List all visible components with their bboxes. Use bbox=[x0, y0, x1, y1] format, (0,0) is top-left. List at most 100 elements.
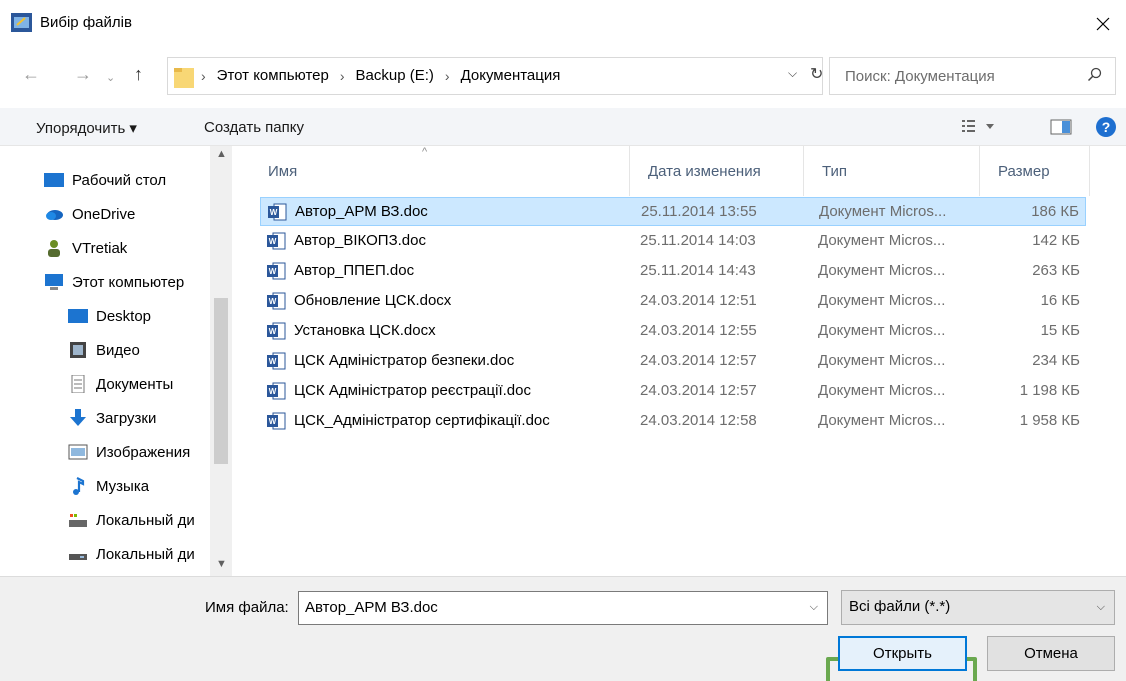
pictures-icon bbox=[68, 444, 88, 460]
column-header-size[interactable]: Размер bbox=[980, 146, 1090, 196]
video-icon bbox=[70, 342, 86, 358]
file-list: Имя ^ Дата изменения Тип Размер W Автор_… bbox=[240, 146, 1126, 576]
sidebar-item-desktop[interactable]: Desktop bbox=[68, 299, 151, 333]
file-row[interactable]: W Обновление ЦСК.docx 24.03.2014 12:51 Д… bbox=[260, 287, 1086, 316]
file-size: 234 КБ bbox=[1032, 352, 1080, 369]
up-arrow-icon[interactable]: ↑ bbox=[134, 64, 143, 84]
address-bar[interactable]: › Этот компьютер › Backup (E:) › Докумен… bbox=[167, 57, 823, 95]
file-type: Документ Micros... bbox=[818, 322, 946, 339]
help-icon[interactable]: ? bbox=[1095, 116, 1117, 138]
file-date: 24.03.2014 12:57 bbox=[640, 382, 757, 399]
file-row[interactable]: W ЦСК Адміністратор безпеки.doc 24.03.20… bbox=[260, 347, 1086, 376]
file-row[interactable]: W Автор_АРМ ВЗ.doc 25.11.2014 13:55 Доку… bbox=[260, 197, 1086, 226]
svg-text:W: W bbox=[269, 417, 277, 426]
file-row[interactable]: W Автор_ВІКОПЗ.doc 25.11.2014 14:03 Доку… bbox=[260, 227, 1086, 256]
search-placeholder: Поиск: Документация bbox=[845, 68, 995, 85]
column-header-type[interactable]: Тип bbox=[804, 146, 980, 196]
scroll-up-icon[interactable]: ▲ bbox=[216, 148, 227, 160]
file-size: 15 КБ bbox=[1040, 322, 1080, 339]
organize-menu[interactable]: Упорядочить ▾ bbox=[36, 119, 137, 137]
search-icon bbox=[1087, 67, 1102, 82]
close-icon bbox=[1096, 17, 1110, 31]
file-row[interactable]: W Автор_ППЕП.doc 25.11.2014 14:43 Докуме… bbox=[260, 257, 1086, 286]
file-size: 142 КБ bbox=[1032, 232, 1080, 249]
filetype-select[interactable]: Всі файли (*.*) ⌵ bbox=[841, 590, 1115, 625]
navigation-bar: ← → ⌄ ↑ › Этот компьютер › Backup (E:) ›… bbox=[0, 56, 1126, 96]
sidebar-item-music[interactable]: Музыка bbox=[68, 469, 149, 503]
breadcrumb-this-pc[interactable]: Этот компьютер bbox=[217, 67, 329, 84]
sidebar-item-desktop-folder[interactable]: Рабочий стол bbox=[44, 163, 166, 197]
close-button[interactable] bbox=[1080, 0, 1126, 48]
svg-text:W: W bbox=[269, 267, 277, 276]
sidebar-scrollbar-thumb[interactable] bbox=[214, 298, 228, 464]
desktop-folder-icon bbox=[44, 173, 64, 187]
file-name: Автор_ВІКОПЗ.doc bbox=[294, 232, 426, 249]
file-name: ЦСК Адміністратор безпеки.doc bbox=[294, 352, 515, 369]
word-document-icon: W bbox=[267, 412, 286, 430]
recent-locations-chevron-icon[interactable]: ⌄ bbox=[106, 68, 115, 88]
file-date: 25.11.2014 14:03 bbox=[640, 232, 756, 249]
filename-field[interactable]: Автор_АРМ ВЗ.doc ⌵ bbox=[298, 591, 828, 625]
back-arrow-icon[interactable]: ← bbox=[22, 64, 40, 84]
music-icon bbox=[73, 477, 85, 495]
column-header-name[interactable]: Имя ^ bbox=[250, 146, 630, 196]
forward-arrow-icon[interactable]: → bbox=[74, 64, 92, 84]
file-size: 263 КБ bbox=[1032, 262, 1080, 279]
address-dropdown-icon[interactable]: ⌵ bbox=[788, 66, 797, 81]
file-row[interactable]: W Установка ЦСК.docx 24.03.2014 12:55 До… bbox=[260, 317, 1086, 346]
file-name: ЦСК_Адміністратор сертифікації.doc bbox=[294, 412, 550, 429]
breadcrumb-separator-icon: › bbox=[201, 67, 206, 84]
file-type: Документ Micros... bbox=[818, 232, 946, 249]
svg-text:W: W bbox=[270, 208, 278, 217]
open-button[interactable]: Открыть bbox=[838, 636, 967, 671]
file-type: Документ Micros... bbox=[819, 203, 947, 220]
word-document-icon: W bbox=[267, 382, 286, 400]
downloads-icon bbox=[70, 409, 86, 426]
breadcrumb-separator-icon: › bbox=[339, 67, 345, 84]
view-options-icon[interactable] bbox=[962, 117, 998, 137]
search-input[interactable]: Поиск: Документация bbox=[829, 57, 1116, 95]
sidebar-item-video[interactable]: Видео bbox=[68, 333, 140, 367]
chevron-down-icon[interactable]: ⌵ bbox=[810, 601, 818, 614]
file-date: 24.03.2014 12:58 bbox=[640, 412, 757, 429]
preview-pane-icon[interactable] bbox=[1050, 117, 1072, 137]
svg-text:W: W bbox=[269, 327, 277, 336]
file-size: 1 198 КБ bbox=[1019, 382, 1080, 399]
file-name: ЦСК Адміністратор реєстрації.doc bbox=[294, 382, 531, 399]
file-name: Установка ЦСК.docx bbox=[294, 322, 436, 339]
sidebar-item-this-pc[interactable]: Этот компьютер bbox=[44, 265, 184, 299]
file-type: Документ Micros... bbox=[818, 412, 946, 429]
file-type: Документ Micros... bbox=[818, 352, 946, 369]
file-row[interactable]: W ЦСК_Адміністратор сертифікації.doc 24.… bbox=[260, 407, 1086, 436]
file-date: 24.03.2014 12:51 bbox=[640, 292, 757, 309]
column-header-date[interactable]: Дата изменения bbox=[630, 146, 804, 196]
sidebar-item-pictures[interactable]: Изображения bbox=[68, 435, 190, 469]
filename-label: Имя файла: bbox=[205, 599, 289, 616]
svg-text:W: W bbox=[269, 237, 277, 246]
new-folder-button[interactable]: Создать папку bbox=[204, 119, 304, 136]
word-document-icon: W bbox=[268, 203, 287, 221]
sidebar-item-documents[interactable]: Документы bbox=[68, 367, 173, 401]
local-disk-icon bbox=[69, 514, 87, 527]
sidebar-scrollbar[interactable]: ▲ ▼ bbox=[210, 146, 232, 576]
file-name: Автор_АРМ ВЗ.doc bbox=[295, 203, 428, 220]
word-document-icon: W bbox=[267, 232, 286, 250]
sidebar-item-downloads[interactable]: Загрузки bbox=[68, 401, 156, 435]
sort-ascending-icon: ^ bbox=[422, 146, 428, 158]
breadcrumb-documentation[interactable]: Документация bbox=[461, 67, 561, 84]
word-document-icon: W bbox=[267, 292, 286, 310]
filetype-value: Всі файли (*.*) bbox=[849, 598, 951, 615]
word-document-icon: W bbox=[267, 352, 286, 370]
sidebar-item-user[interactable]: VTretiak bbox=[44, 231, 127, 265]
file-size: 16 КБ bbox=[1040, 292, 1080, 309]
sidebar-item-onedrive[interactable]: OneDrive bbox=[44, 197, 135, 231]
refresh-icon[interactable]: ↻ bbox=[810, 64, 823, 84]
scroll-down-icon[interactable]: ▼ bbox=[216, 558, 227, 570]
svg-text:W: W bbox=[269, 387, 277, 396]
breadcrumb-backup-drive[interactable]: Backup (E:) bbox=[356, 67, 434, 84]
sidebar-item-local-disk-1[interactable]: Локальный ди bbox=[68, 503, 195, 537]
command-toolbar: Упорядочить ▾ Создать папку ? bbox=[0, 108, 1126, 146]
sidebar-item-local-disk-2[interactable]: Локальный ди bbox=[68, 537, 195, 571]
cancel-button[interactable]: Отмена bbox=[987, 636, 1115, 671]
file-row[interactable]: W ЦСК Адміністратор реєстрації.doc 24.03… bbox=[260, 377, 1086, 406]
